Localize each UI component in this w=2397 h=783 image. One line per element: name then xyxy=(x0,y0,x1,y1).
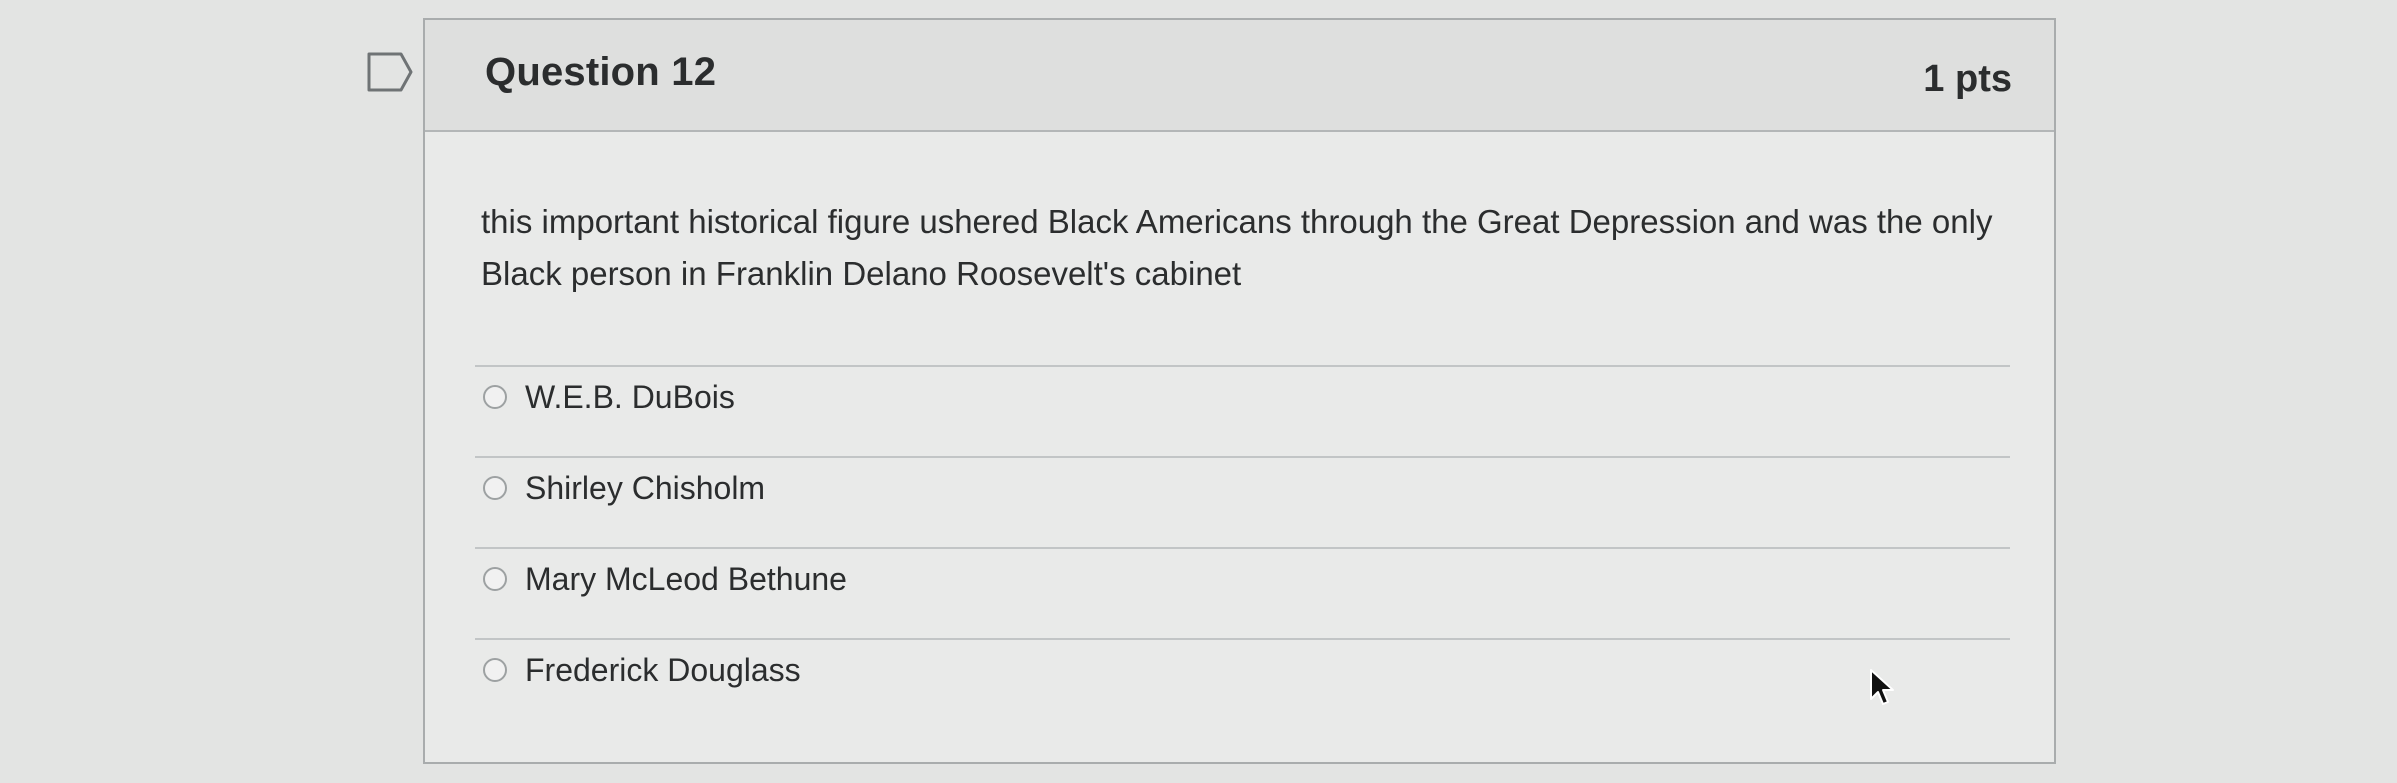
question-title: Question 12 xyxy=(485,50,717,94)
question-header: Question 12 1 pts xyxy=(425,20,2054,132)
radio-button[interactable] xyxy=(483,567,507,591)
answer-divider xyxy=(475,638,2010,640)
radio-button[interactable] xyxy=(483,385,507,409)
answer-option-1[interactable]: W.E.B. DuBois xyxy=(483,372,735,422)
radio-button[interactable] xyxy=(483,658,507,682)
radio-button[interactable] xyxy=(483,476,507,500)
flag-icon[interactable] xyxy=(367,52,415,92)
answer-option-4[interactable]: Frederick Douglass xyxy=(483,645,801,695)
answer-label: Mary McLeod Bethune xyxy=(525,560,847,597)
answer-label: Shirley Chisholm xyxy=(525,469,766,506)
mouse-pointer-icon xyxy=(1868,668,1896,708)
answer-divider xyxy=(475,547,2010,549)
answer-label: Frederick Douglass xyxy=(525,651,801,688)
question-points: 1 pts xyxy=(1923,58,2012,100)
answer-option-3[interactable]: Mary McLeod Bethune xyxy=(483,554,847,604)
answer-label: W.E.B. DuBois xyxy=(525,378,735,415)
question-card: Question 12 1 pts this important histori… xyxy=(423,18,2056,764)
question-text: this important historical figure ushered… xyxy=(481,203,1993,292)
answer-divider xyxy=(475,365,2010,367)
answer-option-2[interactable]: Shirley Chisholm xyxy=(483,463,765,513)
answer-divider xyxy=(475,456,2010,458)
